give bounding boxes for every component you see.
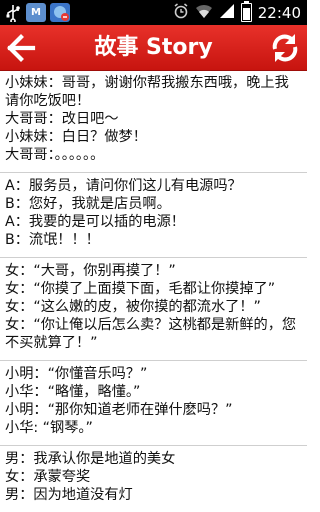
joke-line: 女：“你让俺以后怎么卖？这桃都是新鲜的，您不买就算了！” — [5, 317, 297, 351]
status-bar: M 22:40 — [0, 0, 307, 25]
joke-line: 小妹妹：哥哥，谢谢你帮我搬东西哦，晚上我请你吃饭吧！ — [5, 75, 289, 109]
joke-line: 小明：“你懂音乐吗？” — [5, 366, 148, 382]
joke-item[interactable]: 小明：“你懂音乐吗？” 小华：“略懂，略懂。” 小明：“那你知道老师在弹什麽吗？” 小… — [0, 361, 307, 446]
clock: 22:40 — [257, 3, 301, 22]
usb-icon — [4, 4, 22, 22]
joke-line: A：服务员，请问你们这儿有电源吗？ — [5, 178, 242, 194]
refresh-icon — [272, 34, 298, 62]
battery-level-fill — [242, 8, 250, 20]
app-notification-icon — [50, 3, 70, 22]
joke-item[interactable]: 女：“大哥，你别再摸了！” 女：“你摸了上面摸下面，毛都让你摸掉了” 女：“这么嫩的… — [0, 258, 307, 361]
alarm-icon — [173, 2, 189, 23]
signal-icon — [219, 3, 235, 23]
battery-icon — [240, 1, 252, 22]
joke-line: 男：我承认你是地道的美女 — [5, 451, 176, 467]
title-bar: 故事 Story — [0, 25, 307, 71]
system-status: 22:40 — [173, 1, 301, 23]
joke-line: 女：“大哥，你别再摸了！” — [5, 263, 176, 279]
joke-item[interactable]: 小妹妹：哥哥，谢谢你帮我搬东西哦，晚上我请你吃饭吧！ 大哥哥：改日吧～ 小妹妹：白日… — [0, 70, 307, 173]
joke-item[interactable]: 男：我承认你是地道的美女 女：承蒙夸奖男：因为地道没有灯 — [0, 446, 307, 512]
joke-line: 女：“这么嫩的皮，被你摸的都流水了！” — [5, 299, 261, 315]
refresh-button[interactable] — [269, 32, 301, 64]
app-notification-icon: M — [26, 3, 46, 22]
page-title: 故事 Story — [94, 35, 213, 60]
joke-item[interactable]: A：服务员，请问你们这儿有电源吗？ B：您好，我就是店员啊。 A：我要的是可以插的电… — [0, 173, 307, 258]
joke-line: 女：承蒙夸奖 — [5, 469, 91, 485]
joke-list[interactable]: 小妹妹：哥哥，谢谢你帮我搬东西哦，晚上我请你吃饭吧！ 大哥哥：改日吧～ 小妹妹：白日… — [0, 70, 307, 512]
joke-line: B：流氓！！！ — [5, 232, 100, 248]
notification-icons: M — [4, 3, 70, 22]
joke-line: B：您好，我就是店员啊。 — [5, 196, 171, 212]
joke-line: 女：“你摸了上面摸下面，毛都让你摸掉了” — [5, 281, 276, 297]
joke-line: 小华：“略懂，略懂。” — [5, 384, 141, 400]
joke-line: 小妹妹：白日？做梦！ — [5, 129, 147, 145]
joke-line: 小华: “钢琴。” — [5, 420, 93, 436]
joke-line: 小明：“那你知道老师在弹什麽吗？” — [5, 402, 233, 418]
joke-line: 大哥哥：。。。。。。 — [5, 147, 105, 163]
wifi-icon — [195, 3, 213, 23]
joke-line: A：我要的是可以插的电源！ — [5, 214, 185, 230]
joke-line: 男：因为地道没有灯 — [5, 487, 133, 503]
joke-line: 大哥哥：改日吧～ — [5, 111, 119, 127]
